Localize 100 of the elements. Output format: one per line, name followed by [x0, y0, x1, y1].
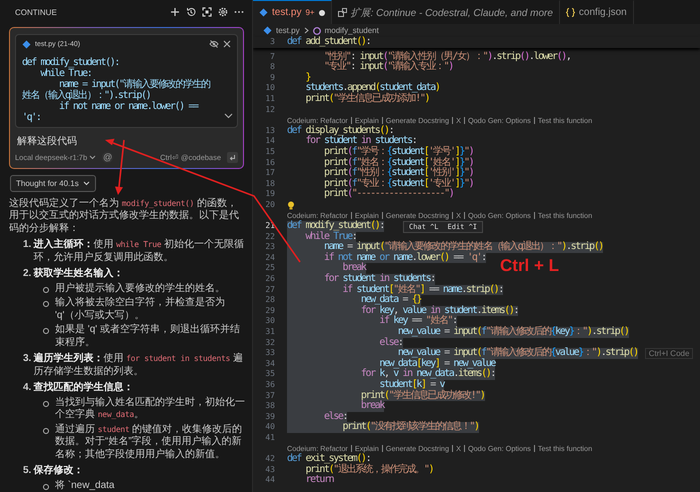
bullet-icon — [43, 301, 49, 307]
code-line: def exit_system(): — [287, 454, 370, 464]
line-number: 29 — [264, 306, 276, 316]
plus-icon[interactable] — [170, 7, 180, 18]
history-icon[interactable] — [186, 7, 196, 18]
line-number: 13 — [264, 126, 276, 136]
python-file-icon — [22, 40, 31, 48]
caret-icon — [82, 180, 90, 186]
line-number: 12 — [264, 104, 276, 116]
line-number: 27 — [264, 284, 276, 296]
line-number: 18 — [264, 178, 276, 190]
step-text: 获取学生姓名输入： — [33, 268, 124, 280]
code-line: name = input("请输入要修改的学生的姓名（输入q退出）：").strip() — [22, 78, 212, 100]
line-number: 42 — [264, 454, 276, 465]
line-number: 41 — [264, 432, 276, 444]
line-number: 34 — [264, 358, 276, 370]
code-line: print(f"专业：{student['专业']}") — [322, 178, 474, 189]
bullet-text: 输入将被去除空白字符，并检查是否为 'q'（小写或大写）。 — [55, 297, 226, 322]
line-number: 31 — [264, 327, 276, 338]
bullet-text: 当找到与输入姓名匹配的学生时，初始化一个空字典 new_data。 — [55, 396, 246, 422]
line-number: 17 — [264, 168, 276, 179]
code-line: def modify_student(): — [22, 56, 120, 68]
line-number: 20 — [264, 200, 276, 210]
enter-key-icon[interactable] — [227, 152, 238, 162]
line-number: 24 — [264, 252, 276, 264]
lightbulb-icon[interactable] — [287, 200, 295, 210]
step-text: 遍历学生列表：使用 for student in students 遍历存储学生数据的列表。 — [33, 353, 244, 378]
line-number: 38 — [264, 401, 276, 412]
bullet-text: 通过遍历 student 的键值对，收集修改后的数据。对于“姓名”字段，使用用户输入的新名称；其他字段使用用户输入的新值。 — [55, 424, 244, 461]
line-number: 16 — [264, 158, 276, 168]
line-number: 23 — [264, 242, 276, 253]
line-number: 39 — [264, 412, 276, 422]
bullet-text: 用户被提示输入要修改的学生的姓名。 — [55, 282, 225, 295]
bullet-icon — [43, 328, 49, 334]
code-line: def display_students(): — [287, 126, 394, 136]
expand-icon[interactable] — [202, 7, 212, 18]
bullet-icon — [43, 286, 49, 292]
line-number: 7 — [269, 52, 276, 62]
bullet-text: 将 `new_data — [55, 480, 114, 492]
line-number: 22 — [264, 232, 276, 242]
line-number: 9 — [269, 72, 276, 84]
editor-tab[interactable]: test.py 9+ — [253, 0, 332, 24]
caret-icon — [89, 154, 96, 160]
breadcrumb-item[interactable]: test.py — [276, 26, 300, 35]
eye-off-icon[interactable] — [209, 40, 219, 48]
code-line: def add_student(): — [287, 37, 370, 48]
step-number: 4. — [23, 382, 32, 394]
braces-icon — [566, 8, 575, 17]
code-line: print("学生信息已成功添加!") — [304, 94, 430, 105]
code-line: } — [304, 72, 310, 83]
code-line: "性别": input("请输入性别（男/女）：").strip().lower(), — [322, 52, 570, 62]
bullet-icon — [43, 400, 49, 406]
thought-toggle[interactable]: Thought for 40.1s — [10, 174, 96, 192]
chevron-right-icon — [304, 27, 309, 34]
line-number: 15 — [264, 146, 276, 158]
line-number: 3 — [269, 37, 276, 48]
code-line: while True: — [39, 68, 92, 78]
step-text: 查找匹配的学生信息： — [33, 382, 134, 394]
line-number: 14 — [264, 136, 276, 147]
step-number: 5. — [23, 465, 32, 478]
chevron-down-icon[interactable] — [224, 112, 233, 118]
line-number: 35 — [264, 369, 276, 380]
line-number: 19 — [264, 189, 276, 200]
line-number: 37 — [264, 390, 276, 402]
line-number: 36 — [264, 380, 276, 391]
code-line: print("退出系统，操作完成。") — [304, 464, 434, 475]
bullet-icon — [43, 484, 49, 490]
code-line: return — [304, 475, 334, 486]
code-line: if not name or name.lower() == 'q': — [22, 100, 200, 122]
panel-title: CONTINUE — [15, 8, 58, 17]
line-number: 40 — [264, 422, 276, 433]
line-number: 33 — [264, 348, 276, 359]
line-number: 10 — [264, 83, 276, 94]
line-number: 32 — [264, 338, 276, 348]
step-text: 进入主循环：使用 while True 初始化一个无限循环，允许用户反复调用此函数。 — [33, 239, 246, 264]
inline-hint: Ctrl+I Code — [644, 348, 694, 360]
code-line: print(f"姓名：{student['姓名']}") — [322, 158, 474, 168]
line-number: 28 — [264, 295, 276, 306]
step-text: 保存修改： — [33, 465, 84, 478]
line-number: 25 — [264, 263, 276, 274]
symbol-method-icon — [312, 26, 321, 34]
line-number: 11 — [264, 94, 276, 105]
settings-icon[interactable] — [218, 7, 228, 18]
prompt-text[interactable]: 解释这段代码 — [17, 134, 236, 148]
line-number: 8 — [269, 62, 276, 73]
annotation-label: Ctrl + L — [500, 256, 560, 276]
bullet-icon — [43, 428, 49, 434]
code-line: print(f"性别：{student['性别']}") — [322, 168, 474, 178]
breadcrumb-item[interactable]: modify_student — [324, 26, 379, 35]
step-number: 3. — [23, 353, 32, 366]
step-number: 2. — [23, 268, 32, 280]
code-line: print(f"学号：{student['学号']}") — [322, 146, 474, 157]
line-number: 30 — [264, 316, 276, 328]
mention-button[interactable]: @ — [102, 152, 114, 162]
code-line: print("-------------------") — [322, 189, 454, 200]
close-icon[interactable] — [223, 40, 231, 48]
line-number: 26 — [264, 274, 276, 285]
code-line: students.append(student_data) — [304, 83, 440, 94]
code-line: for student in students: — [304, 136, 416, 146]
code-line: "专业": input("请输入专业：") — [322, 62, 453, 73]
